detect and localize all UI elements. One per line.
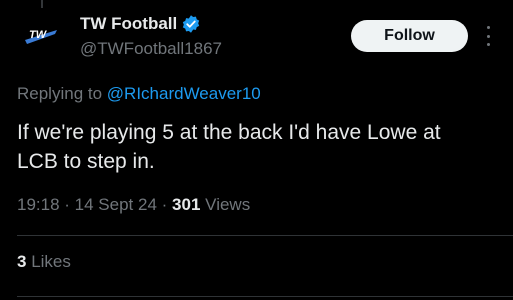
views-label: Views (205, 195, 251, 214)
tweet-text: If we're playing 5 at the back I'd have … (17, 121, 441, 173)
tw-logo-icon: TW (17, 14, 65, 62)
avatar-logo-text: TW (29, 29, 48, 41)
author-name-text: TW Football (80, 14, 178, 33)
replying-to: Replying to @RIchardWeaver10 (17, 84, 261, 104)
divider (17, 235, 513, 236)
replying-to-link[interactable]: @RIchardWeaver10 (107, 84, 261, 103)
tweet-date[interactable]: 14 Sept 24 (75, 195, 157, 214)
author-handle[interactable]: @TWFootball1867 (80, 39, 222, 59)
likes-link[interactable]: 3 Likes (17, 252, 71, 272)
likes-label: Likes (31, 252, 71, 271)
verified-badge-icon (183, 15, 200, 33)
views-count: 301 (172, 195, 201, 214)
meta-separator: · (161, 195, 173, 214)
replying-prefix: Replying to (17, 84, 107, 103)
follow-button[interactable]: Follow (351, 20, 468, 52)
author-name[interactable]: TW Football (80, 14, 201, 34)
tweet-time[interactable]: 19:18 (17, 195, 60, 214)
divider (17, 296, 513, 297)
more-vertical-icon[interactable] (480, 26, 496, 46)
thread-connector-line (41, 0, 43, 8)
tweet-meta: 19:18 · 14 Sept 24 · 301 Views (17, 195, 250, 215)
avatar[interactable]: TW (17, 14, 65, 62)
likes-count: 3 (17, 252, 27, 271)
meta-separator: · (64, 195, 75, 214)
